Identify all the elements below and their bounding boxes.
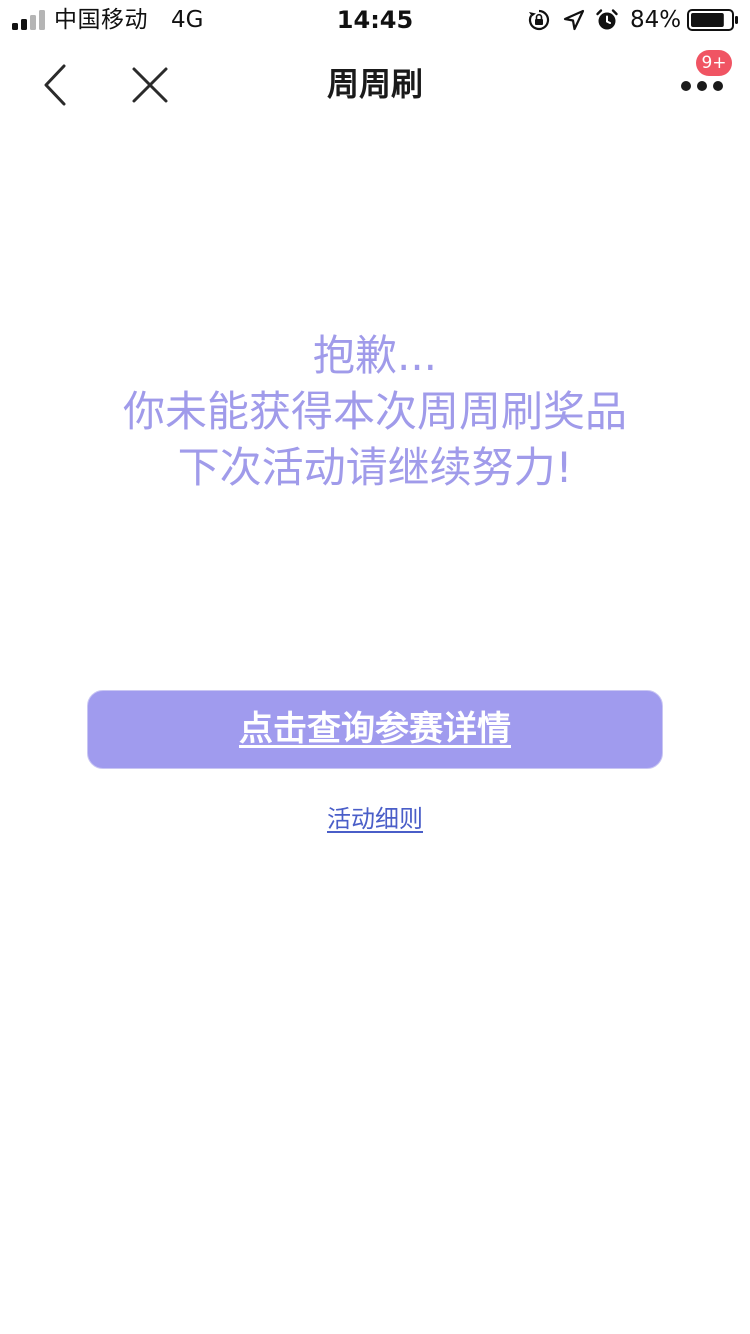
message-apology: 抱歉...	[312, 331, 438, 380]
notification-badge: 9+	[696, 50, 732, 76]
battery-icon	[687, 9, 738, 31]
rotation-lock-icon	[528, 9, 550, 31]
page-title: 周周刷	[326, 65, 423, 103]
close-icon[interactable]	[124, 60, 176, 110]
message-encourage: 下次活动请继续努力!	[177, 443, 573, 492]
more-dots-icon	[681, 81, 723, 91]
status-bar: 中国移动 4G 14:45 84%	[0, 0, 750, 40]
activity-rules-link[interactable]: 活动细则	[327, 805, 423, 833]
query-details-button[interactable]: 点击查询参赛详情	[87, 690, 663, 769]
back-chevron-icon[interactable]	[30, 60, 80, 110]
message-result: 你未能获得本次周周刷奖品	[122, 387, 627, 436]
rules-link-row: 活动细则	[0, 800, 750, 838]
screen: 中国移动 4G 14:45 84% 周周刷 9+ 抱歉... 你未能获得本次周周…	[0, 0, 750, 1334]
location-arrow-icon	[563, 9, 585, 31]
battery-percent: 84%	[630, 7, 682, 33]
result-message: 抱歉... 你未能获得本次周周刷奖品 下次活动请继续努力!	[0, 328, 750, 496]
alarm-icon	[596, 9, 618, 30]
nav-bar: 周周刷	[0, 40, 750, 128]
